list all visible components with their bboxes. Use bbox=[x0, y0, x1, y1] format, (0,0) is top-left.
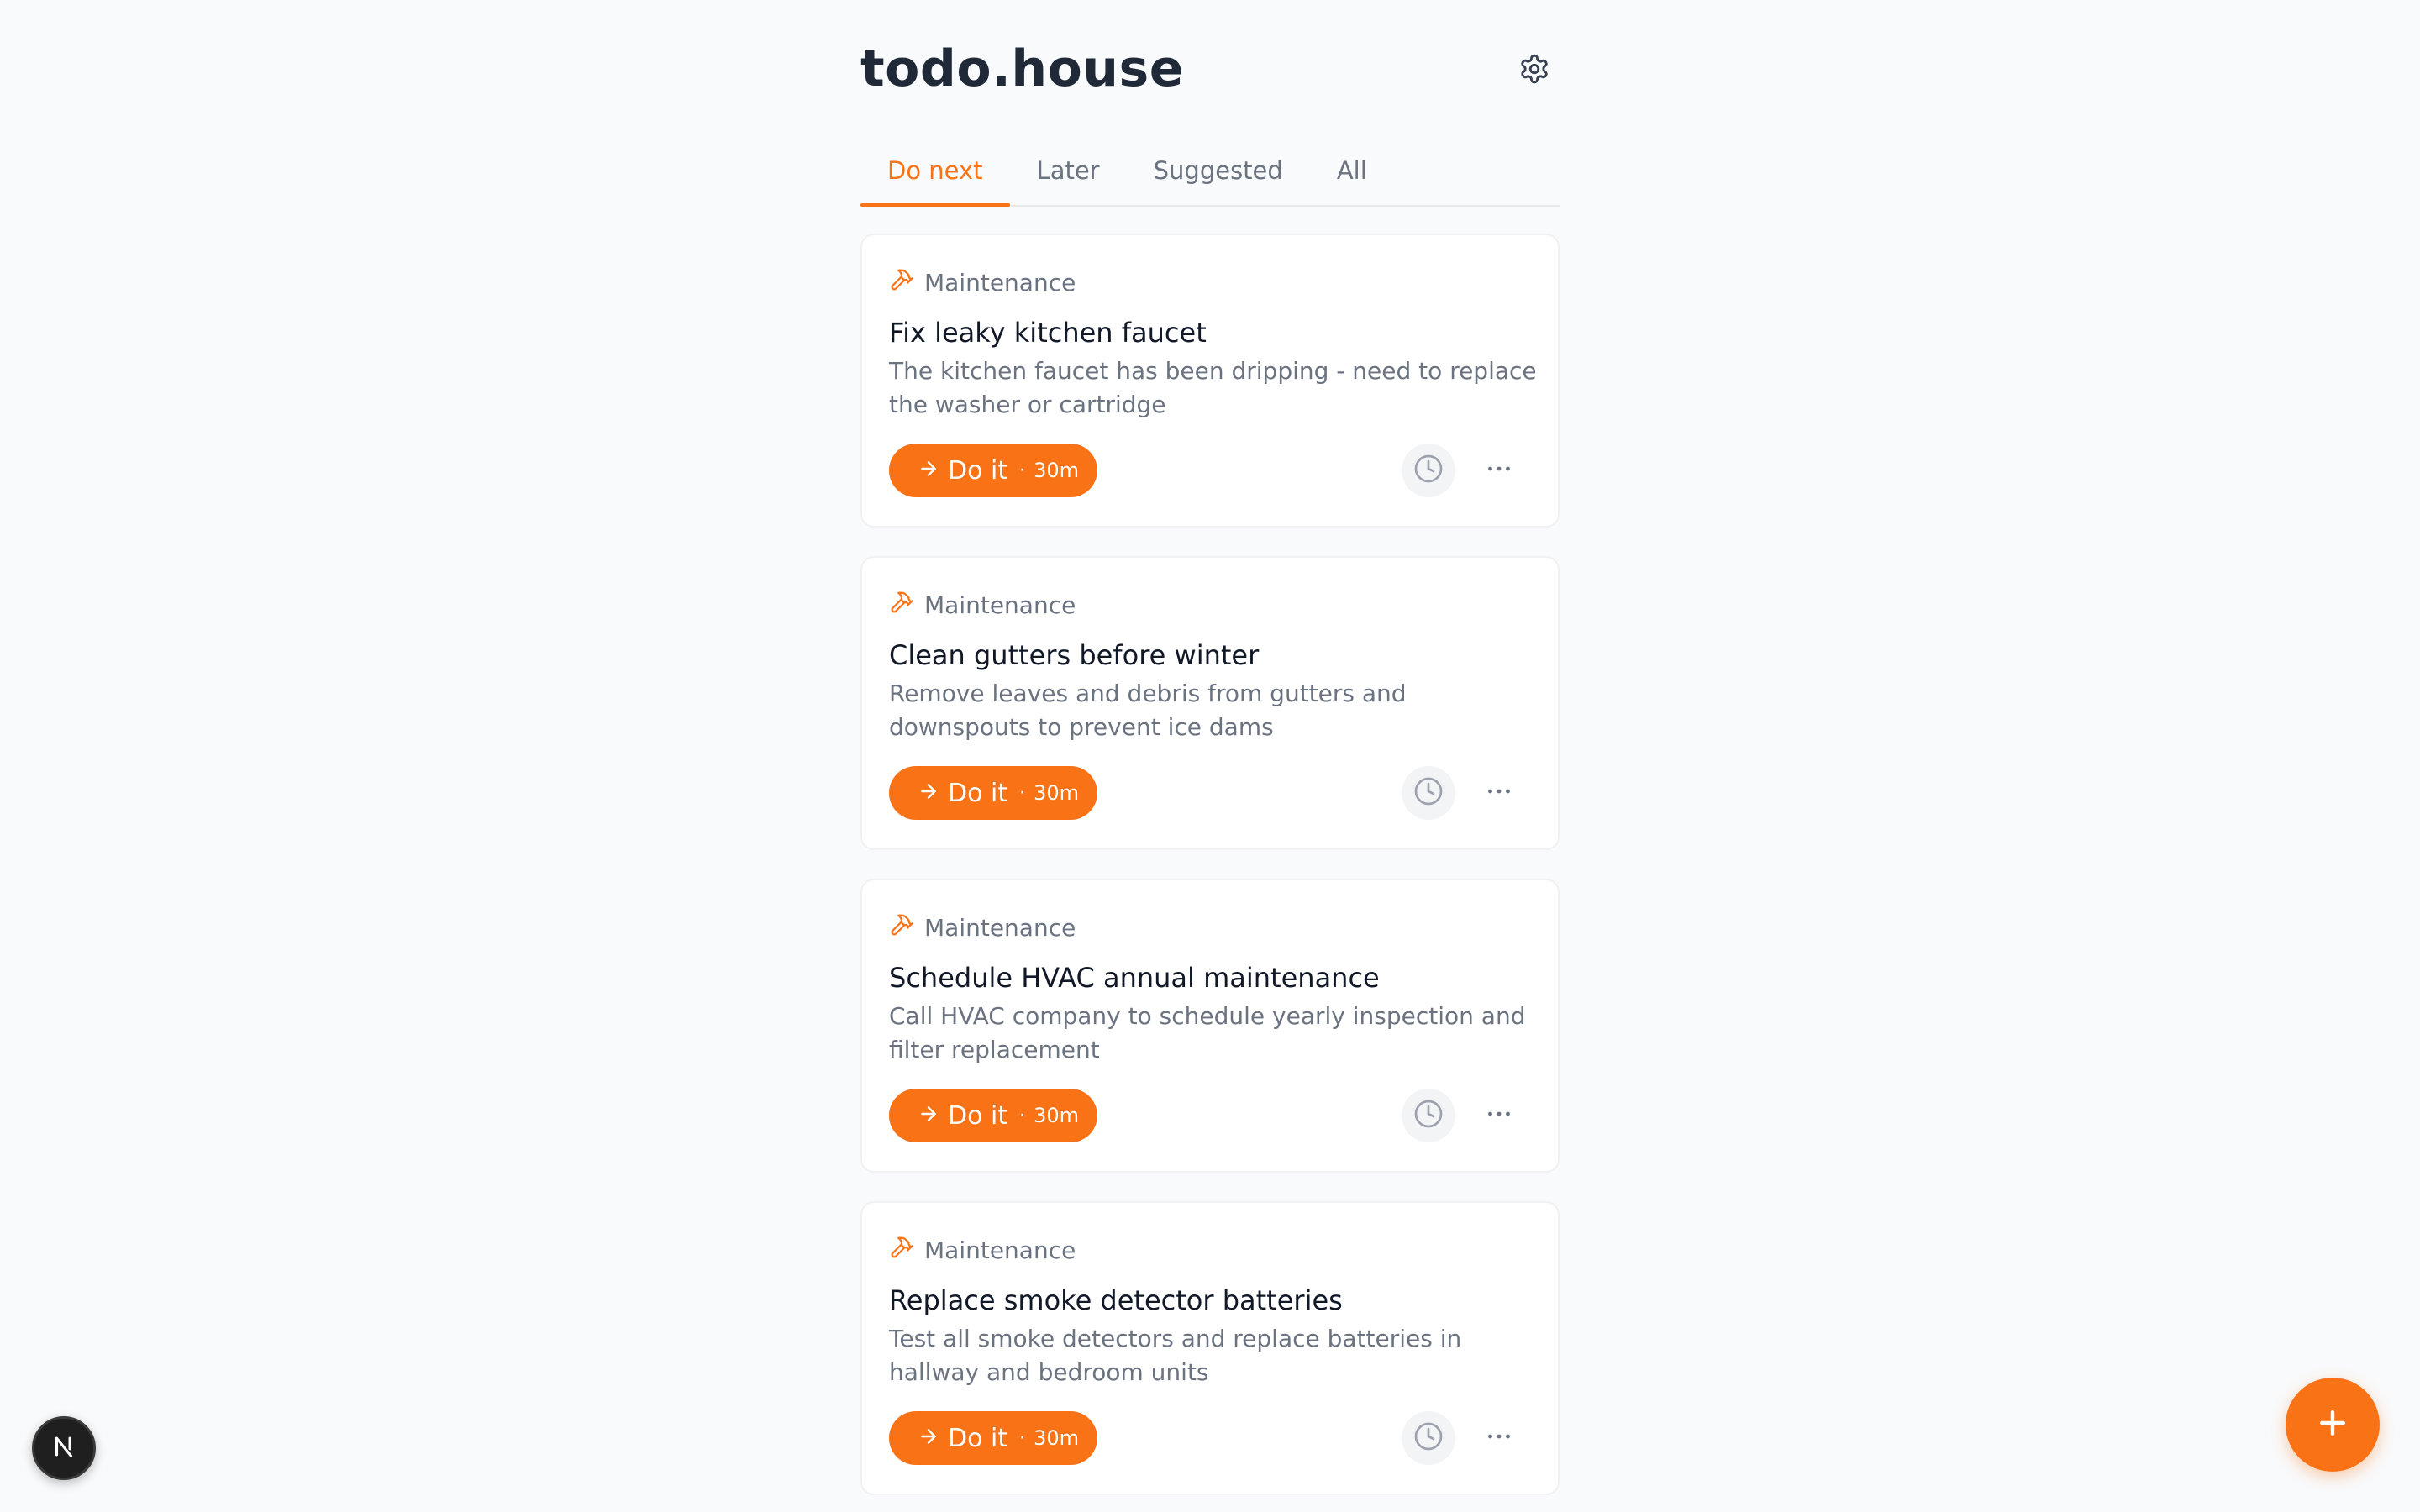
category-label: Maintenance bbox=[924, 1236, 1076, 1264]
task-title: Schedule HVAC annual maintenance bbox=[889, 962, 1380, 994]
task-title: Fix leaky kitchen faucet bbox=[889, 317, 1207, 349]
more-horizontal-icon bbox=[1484, 1421, 1514, 1455]
category-label: Maintenance bbox=[924, 591, 1076, 619]
more-horizontal-icon bbox=[1484, 776, 1514, 810]
arrow-right-icon bbox=[918, 780, 939, 806]
task-card[interactable]: Maintenance Replace smoke detector batte… bbox=[860, 1201, 1560, 1495]
tab-label: Later bbox=[1036, 156, 1100, 185]
more-options-button[interactable] bbox=[1472, 766, 1526, 820]
category-label: Maintenance bbox=[924, 913, 1076, 942]
task-category: Maintenance bbox=[889, 1233, 1076, 1267]
arrow-right-icon bbox=[918, 458, 939, 483]
duration: 30m bbox=[1034, 1104, 1080, 1127]
tab-suggested[interactable]: Suggested bbox=[1127, 141, 1310, 205]
snooze-button[interactable] bbox=[1402, 1411, 1455, 1465]
task-category: Maintenance bbox=[889, 588, 1076, 622]
tab-bar: Do next Later Suggested All bbox=[860, 139, 1560, 207]
duration: 30m bbox=[1034, 459, 1080, 482]
separator: · bbox=[1019, 1427, 1026, 1449]
add-task-button[interactable] bbox=[2286, 1378, 2380, 1472]
task-description: Call HVAC company to schedule yearly ins… bbox=[889, 1002, 1526, 1063]
task-title: Replace smoke detector batteries bbox=[889, 1284, 1343, 1316]
task-card[interactable]: Maintenance Clean gutters before winter … bbox=[860, 556, 1560, 850]
tab-do-next[interactable]: Do next bbox=[860, 141, 1010, 207]
task-description: The kitchen faucet has been dripping - n… bbox=[889, 357, 1537, 418]
settings-button[interactable] bbox=[1516, 52, 1553, 89]
more-options-button[interactable] bbox=[1472, 1411, 1526, 1465]
task-description: Remove leaves and debris from gutters an… bbox=[889, 680, 1407, 741]
task-card[interactable]: Maintenance Fix leaky kitchen faucet The… bbox=[860, 234, 1560, 528]
plus-icon bbox=[2314, 1404, 2351, 1445]
clock-icon bbox=[1413, 454, 1444, 487]
separator: · bbox=[1019, 782, 1026, 804]
do-it-label: Do it bbox=[948, 455, 1008, 486]
arrow-right-icon bbox=[918, 1103, 939, 1128]
nextjs-logo-icon bbox=[50, 1432, 78, 1464]
do-it-button[interactable]: Do it · 30m bbox=[889, 766, 1097, 820]
more-horizontal-icon bbox=[1484, 454, 1514, 487]
hammer-icon bbox=[889, 267, 914, 298]
duration: 30m bbox=[1034, 1426, 1080, 1450]
do-it-label: Do it bbox=[948, 778, 1008, 808]
task-category: Maintenance bbox=[889, 911, 1076, 944]
duration: 30m bbox=[1034, 781, 1080, 805]
separator: · bbox=[1019, 459, 1026, 481]
app-title: todo.house bbox=[860, 39, 1184, 98]
hammer-icon bbox=[889, 912, 914, 943]
task-title: Clean gutters before winter bbox=[889, 639, 1260, 671]
hammer-icon bbox=[889, 1235, 914, 1266]
snooze-button[interactable] bbox=[1402, 1089, 1455, 1142]
do-it-label: Do it bbox=[948, 1100, 1008, 1131]
clock-icon bbox=[1413, 1421, 1444, 1455]
more-horizontal-icon bbox=[1484, 1099, 1514, 1132]
task-category: Maintenance bbox=[889, 265, 1076, 299]
do-it-button[interactable]: Do it · 30m bbox=[889, 1411, 1097, 1465]
do-it-button[interactable]: Do it · 30m bbox=[889, 444, 1097, 497]
hammer-icon bbox=[889, 590, 914, 621]
task-card[interactable]: Maintenance Schedule HVAC annual mainten… bbox=[860, 879, 1560, 1173]
nextjs-dev-badge[interactable] bbox=[32, 1416, 96, 1480]
arrow-right-icon bbox=[918, 1425, 939, 1451]
clock-icon bbox=[1413, 776, 1444, 810]
main-column: todo.house Do next Later Suggested All M… bbox=[860, 0, 1560, 1495]
separator: · bbox=[1019, 1105, 1026, 1126]
tab-label: All bbox=[1336, 156, 1367, 185]
tab-later[interactable]: Later bbox=[1010, 141, 1127, 205]
tab-label: Do next bbox=[887, 156, 983, 185]
tab-label: Suggested bbox=[1153, 156, 1283, 185]
category-label: Maintenance bbox=[924, 268, 1076, 297]
gear-icon bbox=[1518, 53, 1550, 88]
do-it-label: Do it bbox=[948, 1423, 1008, 1453]
snooze-button[interactable] bbox=[1402, 444, 1455, 497]
snooze-button[interactable] bbox=[1402, 766, 1455, 820]
more-options-button[interactable] bbox=[1472, 444, 1526, 497]
more-options-button[interactable] bbox=[1472, 1089, 1526, 1142]
task-description: Test all smoke detectors and replace bat… bbox=[889, 1325, 1462, 1386]
tab-all[interactable]: All bbox=[1310, 141, 1394, 205]
do-it-button[interactable]: Do it · 30m bbox=[889, 1089, 1097, 1142]
header: todo.house bbox=[860, 0, 1560, 139]
clock-icon bbox=[1413, 1099, 1444, 1132]
